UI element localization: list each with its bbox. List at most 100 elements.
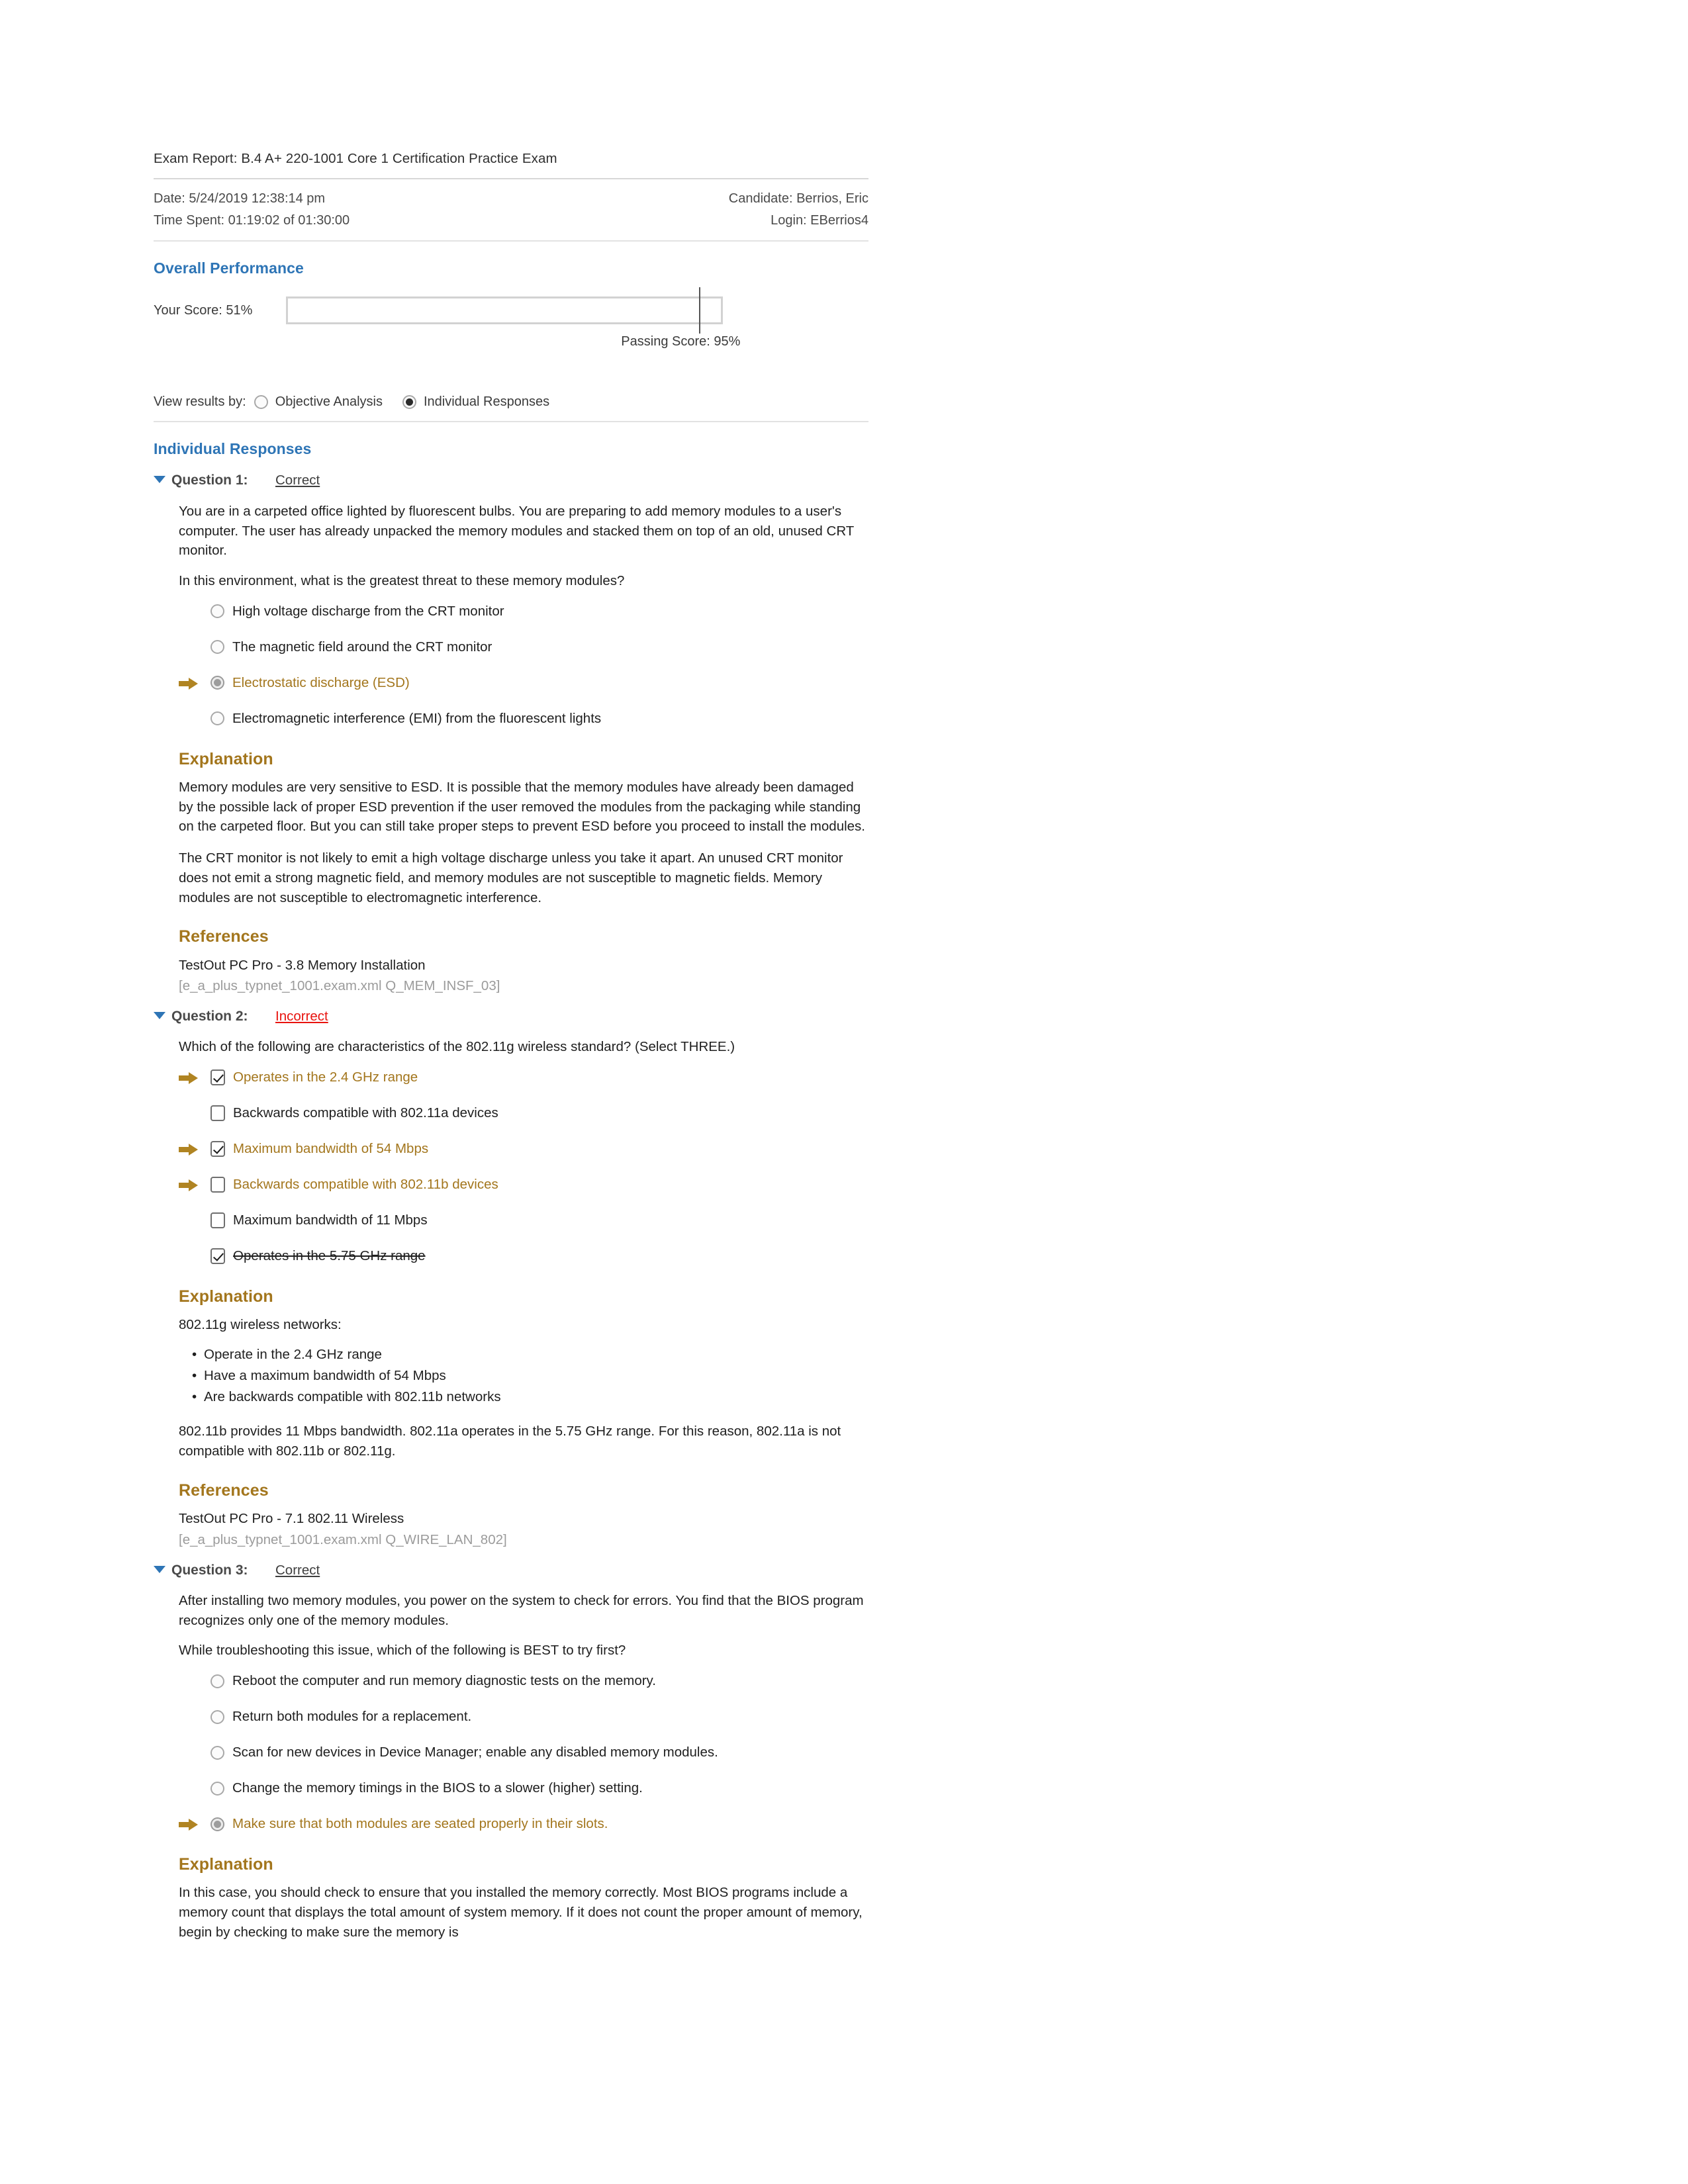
- radio-objective-analysis-icon[interactable]: [254, 395, 268, 410]
- exam-date: Date: 5/24/2019 12:38:14 pm: [154, 191, 326, 206]
- login-name: Login: EBerrios4: [771, 212, 868, 228]
- answer-option[interactable]: Backwards compatible with 802.11a device…: [179, 1102, 868, 1124]
- answer-option[interactable]: Return both modules for a replacement.: [179, 1706, 868, 1728]
- explanation-bullet-item: Operate in the 2.4 GHz range: [192, 1344, 868, 1365]
- answer-option[interactable]: Change the memory timings in the BIOS to…: [179, 1777, 868, 1799]
- selected-answer-arrow-icon: [179, 1178, 199, 1192]
- question-verdict[interactable]: Correct: [275, 1561, 320, 1580]
- answer-option[interactable]: Maximum bandwidth of 11 Mbps: [179, 1209, 868, 1232]
- meta-left: Date: 5/24/2019 12:38:14 pm Time Spent: …: [154, 188, 350, 232]
- passing-score-marker: [699, 287, 701, 334]
- question-block: Question 1: Correct You are in a carpeted …: [154, 471, 868, 996]
- references-heading: References: [179, 927, 269, 946]
- answer-options: Reboot the computer and run memory diagn…: [179, 1670, 868, 1835]
- answer-option[interactable]: Reboot the computer and run memory diagn…: [179, 1670, 868, 1692]
- selected-answer-arrow-icon: [179, 1817, 199, 1831]
- question-header[interactable]: Question 1: Correct: [154, 471, 868, 490]
- answer-option-label: Electrostatic discharge (ESD): [232, 674, 410, 690]
- answer-checkbox-icon[interactable]: [211, 1177, 225, 1193]
- answer-option-label: Reboot the computer and run memory diagn…: [232, 1673, 656, 1689]
- answer-option[interactable]: Electromagnetic interference (EMI) from …: [179, 707, 868, 730]
- answer-radio-icon[interactable]: [211, 1745, 224, 1760]
- answer-checkbox-icon[interactable]: [211, 1141, 225, 1158]
- explanation-heading: Explanation: [179, 1287, 273, 1306]
- meta-divider: [154, 240, 868, 242]
- view-option-objective-analysis[interactable]: Objective Analysis: [254, 392, 383, 412]
- answer-radio-icon[interactable]: [211, 1674, 224, 1688]
- answer-options: High voltage discharge from the CRT moni…: [179, 600, 868, 730]
- question-block: Question 3: Correct After installing two m…: [154, 1561, 868, 1942]
- score-row: Your Score: 51%: [154, 287, 868, 334]
- answer-checkbox-icon[interactable]: [211, 1212, 225, 1229]
- answer-options: Operates in the 2.4 GHz range Backwards c…: [179, 1066, 868, 1267]
- selected-answer-arrow-icon: [179, 676, 199, 690]
- question-header[interactable]: Question 2: Incorrect: [154, 1007, 868, 1026]
- question-prompt: Which of the following are characteristi…: [179, 1039, 735, 1055]
- reference-path: [e_a_plus_typnet_1001.exam.xml Q_WIRE_LA…: [179, 1531, 507, 1547]
- answer-option-label: Electromagnetic interference (EMI) from …: [232, 710, 602, 726]
- explanation-paragraph: 802.11b provides 11 Mbps bandwidth. 802.…: [179, 1424, 841, 1459]
- exam-report-page: Exam Report: B.4 A+ 220-1001 Core 1 Cert…: [0, 0, 1688, 2184]
- answer-option-label: Operates in the 5.75 GHz range: [233, 1248, 426, 1264]
- answer-radio-icon[interactable]: [211, 676, 224, 690]
- individual-responses-heading: Individual Responses: [154, 440, 312, 458]
- answer-option[interactable]: Electrostatic discharge (ESD): [179, 672, 868, 694]
- answer-option[interactable]: Operates in the 2.4 GHz range: [179, 1066, 868, 1089]
- overall-performance-heading: Overall Performance: [154, 259, 304, 277]
- passing-score-label: Passing Score: 95%: [621, 334, 741, 349]
- answer-option-label: Backwards compatible with 802.11b device…: [233, 1177, 498, 1193]
- radio-individual-responses-icon[interactable]: [402, 395, 416, 410]
- collapse-toggle-icon[interactable]: [154, 476, 165, 484]
- answer-radio-icon[interactable]: [211, 1781, 224, 1796]
- view-results-by: View results by: Objective Analysis Indi…: [154, 392, 868, 412]
- question-number: Question 1:: [171, 473, 248, 488]
- references-heading: References: [179, 1480, 269, 1500]
- answer-option[interactable]: Scan for new devices in Device Manager; …: [179, 1741, 868, 1764]
- answer-option[interactable]: Backwards compatible with 802.11b device…: [179, 1173, 868, 1196]
- answer-option[interactable]: The magnetic field around the CRT monito…: [179, 636, 868, 659]
- answer-checkbox-icon[interactable]: [211, 1248, 225, 1265]
- reference-path: [e_a_plus_typnet_1001.exam.xml Q_MEM_INS…: [179, 978, 500, 994]
- selected-answer-arrow-icon: [179, 1071, 199, 1085]
- explanation-heading: Explanation: [179, 1855, 273, 1874]
- answer-radio-icon[interactable]: [211, 604, 224, 619]
- answer-option[interactable]: Operates in the 5.75 GHz range: [179, 1245, 868, 1267]
- question-verdict[interactable]: Incorrect: [275, 1007, 328, 1026]
- answer-option[interactable]: High voltage discharge from the CRT moni…: [179, 600, 868, 623]
- question-prompt: You are in a carpeted office lighted by …: [179, 503, 854, 559]
- candidate-name: Candidate: Berrios, Eric: [728, 191, 868, 206]
- answer-radio-icon[interactable]: [211, 1709, 224, 1724]
- question-number: Question 2:: [171, 1008, 248, 1024]
- score-bar: [286, 287, 723, 334]
- collapse-toggle-icon[interactable]: [154, 1565, 165, 1573]
- answer-option[interactable]: Maximum bandwidth of 54 Mbps: [179, 1138, 868, 1160]
- reference-title: TestOut PC Pro - 7.1 802.11 Wireless: [179, 1511, 404, 1527]
- answer-radio-icon[interactable]: [211, 1817, 224, 1831]
- question-prompt: After installing two memory modules, you…: [179, 1592, 864, 1628]
- question-number: Question 3:: [171, 1562, 248, 1578]
- view-option-individual-responses[interactable]: Individual Responses: [402, 392, 549, 412]
- answer-radio-icon[interactable]: [211, 640, 224, 655]
- answer-option-label: High voltage discharge from the CRT moni…: [232, 603, 504, 619]
- question-header[interactable]: Question 3: Correct: [154, 1561, 868, 1580]
- answer-checkbox-icon[interactable]: [211, 1069, 225, 1086]
- question-body: Which of the following are characteristi…: [154, 1037, 868, 1549]
- answer-option-label: Return both modules for a replacement.: [232, 1709, 472, 1725]
- page-title: Exam Report: B.4 A+ 220-1001 Core 1 Cert…: [154, 151, 557, 166]
- answer-checkbox-icon[interactable]: [211, 1105, 225, 1122]
- answer-radio-icon[interactable]: [211, 711, 224, 726]
- reference-title: TestOut PC Pro - 3.8 Memory Installation: [179, 957, 426, 973]
- answer-option-label: Maximum bandwidth of 11 Mbps: [233, 1212, 428, 1228]
- view-option-label: Objective Analysis: [275, 394, 383, 410]
- meta-right: Candidate: Berrios, Eric Login: EBerrios…: [729, 188, 868, 232]
- question-verdict[interactable]: Correct: [275, 471, 320, 490]
- explanation-paragraph: The CRT monitor is not likely to emit a …: [179, 850, 843, 905]
- question-prompt-secondary: While troubleshooting this issue, which …: [179, 1643, 626, 1659]
- explanation-heading: Explanation: [179, 749, 273, 768]
- report-meta: Date: 5/24/2019 12:38:14 pm Time Spent: …: [154, 179, 868, 240]
- collapse-toggle-icon[interactable]: [154, 1011, 165, 1019]
- explanation-paragraph: In this case, you should check to ensure…: [179, 1885, 863, 1940]
- answer-option[interactable]: Make sure that both modules are seated p…: [179, 1813, 868, 1835]
- your-score-label: Your Score: 51%: [154, 302, 253, 318]
- answer-option-label: Change the memory timings in the BIOS to…: [232, 1780, 643, 1796]
